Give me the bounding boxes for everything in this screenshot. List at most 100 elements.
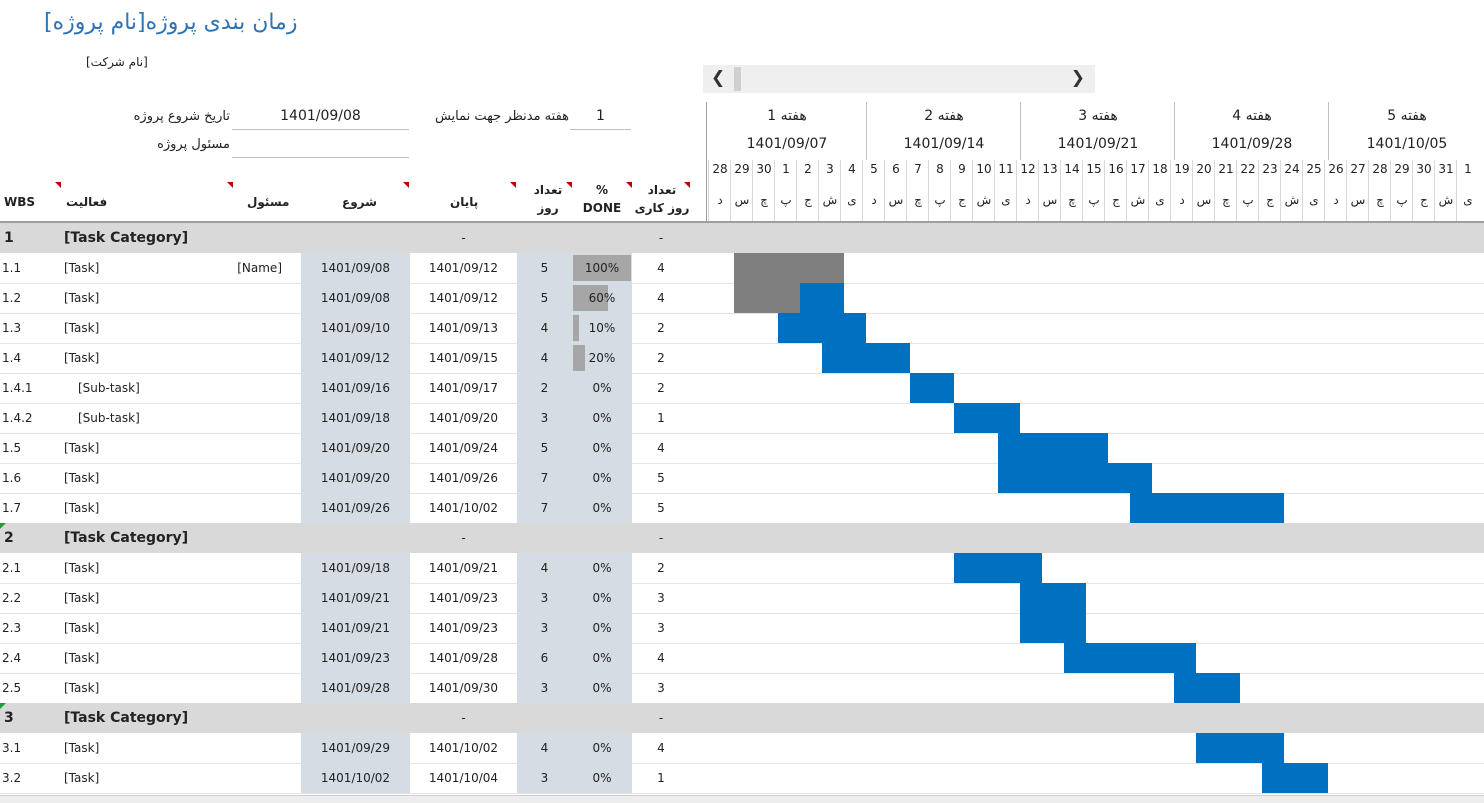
start-date-cell[interactable]: 1401/09/08 [301,253,410,283]
end-date-cell[interactable]: 1401/09/23 [410,613,517,643]
gantt-bar[interactable] [954,403,1020,433]
task-name[interactable]: [Task] [64,433,214,463]
wbs-cell[interactable]: 1.4.1 [2,373,52,403]
wbs-cell[interactable]: 2.2 [2,583,52,613]
start-date-cell[interactable]: 1401/09/08 [301,283,410,313]
task-name[interactable]: [Task] [64,763,214,793]
task-row[interactable]: 1.4.1 [Sub-task] 1401/09/16 1401/09/17 2 0% 2 [0,373,1484,404]
workdays-cell[interactable]: 4 [632,433,690,463]
done-cell[interactable]: 0% [572,403,632,433]
workdays-cell[interactable]: 4 [632,253,690,283]
gantt-bar[interactable] [1020,613,1086,643]
workdays-cell[interactable]: 2 [632,343,690,373]
task-name[interactable]: [Task] [64,343,214,373]
done-cell[interactable]: 0% [572,613,632,643]
workdays-cell[interactable]: - [632,223,690,253]
owner-cell[interactable] [200,433,282,463]
start-date-cell[interactable]: 1401/09/21 [301,613,410,643]
task-name[interactable]: [Task] [64,733,214,763]
days-cell[interactable]: 4 [517,343,572,373]
start-date-cell[interactable]: 1401/09/26 [301,493,410,523]
task-name[interactable]: [Task] [64,643,214,673]
workdays-cell[interactable]: 3 [632,583,690,613]
gantt-bar[interactable] [778,313,866,343]
workdays-cell[interactable]: 1 [632,763,690,793]
gantt-bar[interactable] [998,463,1152,493]
end-date-cell[interactable]: 1401/09/20 [410,403,517,433]
days-cell[interactable]: 3 [517,613,572,643]
gantt-bar[interactable] [910,373,954,403]
owner-cell[interactable] [200,733,282,763]
start-date-cell[interactable]: 1401/09/20 [301,433,410,463]
end-date-cell[interactable]: 1401/09/28 [410,643,517,673]
task-row[interactable]: 1.3 [Task] 1401/09/10 1401/09/13 4 10% 2 [0,313,1484,344]
owner-cell[interactable] [200,343,282,373]
wbs-cell[interactable]: 1.4.2 [2,403,52,433]
task-row[interactable]: 1.1 [Task] [Name] 1401/09/08 1401/09/12 5 100%… [0,253,1484,284]
gantt-bar[interactable] [1174,673,1240,703]
done-cell[interactable]: 100% [572,253,632,283]
start-date-cell[interactable]: 1401/09/12 [301,343,410,373]
wbs-cell[interactable]: 1.1 [2,253,52,283]
days-cell[interactable]: 3 [517,583,572,613]
scroll-left-icon[interactable]: ❮ [711,68,725,88]
end-date-cell[interactable]: 1401/10/02 [410,493,517,523]
task-row[interactable]: 1.2 [Task] 1401/09/08 1401/09/12 5 60% 4 [0,283,1484,314]
days-cell[interactable]: 3 [517,673,572,703]
start-date-cell[interactable]: 1401/09/20 [301,463,410,493]
start-date-cell[interactable]: 1401/09/28 [301,673,410,703]
task-name[interactable]: [Task] [64,673,214,703]
done-cell[interactable]: 0% [572,643,632,673]
week-scrollbar[interactable]: ❮ ❯ [703,65,1095,93]
display-week-input[interactable]: 1 [570,103,631,130]
task-row[interactable]: 1.4.2 [Sub-task] 1401/09/18 1401/09/20 3 0% 1 [0,403,1484,434]
task-name[interactable]: [Task] [64,553,214,583]
task-row[interactable]: 3.2 [Task] 1401/10/02 1401/10/04 3 0% 1 [0,763,1484,794]
done-cell[interactable]: 0% [572,493,632,523]
workdays-cell[interactable]: 5 [632,463,690,493]
wbs-cell[interactable]: 2.3 [2,613,52,643]
days-cell[interactable]: 6 [517,643,572,673]
workdays-cell[interactable]: - [632,523,690,553]
start-date-cell[interactable]: 1401/09/10 [301,313,410,343]
task-row[interactable]: 2.4 [Task] 1401/09/23 1401/09/28 6 0% 4 [0,643,1484,674]
task-row[interactable]: 1.7 [Task] 1401/09/26 1401/10/02 7 0% 5 [0,493,1484,524]
days-cell[interactable]: 7 [517,463,572,493]
workdays-cell[interactable]: 2 [632,553,690,583]
task-row[interactable]: 2.1 [Task] 1401/09/18 1401/09/21 4 0% 2 [0,553,1484,584]
days-cell[interactable]: 2 [517,373,572,403]
gantt-bar[interactable] [1020,583,1086,613]
wbs-cell[interactable]: 3 [4,703,44,733]
wbs-cell[interactable]: 1.7 [2,493,52,523]
owner-cell[interactable] [200,373,282,403]
start-date-cell[interactable]: 1401/09/29 [301,733,410,763]
done-cell[interactable]: 0% [572,583,632,613]
end-date-cell[interactable]: 1401/09/30 [410,673,517,703]
days-cell[interactable]: 5 [517,253,572,283]
end-date-cell[interactable]: 1401/09/26 [410,463,517,493]
owner-cell[interactable] [200,463,282,493]
task-row[interactable]: 2.5 [Task] 1401/09/28 1401/09/30 3 0% 3 [0,673,1484,704]
workdays-cell[interactable]: 4 [632,733,690,763]
task-name[interactable]: [Task] [64,613,214,643]
owner-cell[interactable] [200,283,282,313]
done-cell[interactable]: 10% [572,313,632,343]
days-cell[interactable]: 4 [517,313,572,343]
wbs-cell[interactable]: 3.1 [2,733,52,763]
days-cell[interactable]: 7 [517,493,572,523]
workdays-cell[interactable]: 3 [632,673,690,703]
start-date-cell[interactable]: 1401/09/16 [301,373,410,403]
owner-cell[interactable] [200,313,282,343]
gantt-bar[interactable] [1064,643,1196,673]
gantt-bar[interactable] [1196,733,1284,763]
days-cell[interactable]: 5 [517,283,572,313]
workdays-cell[interactable]: 5 [632,493,690,523]
wbs-cell[interactable]: 1.6 [2,463,52,493]
task-row[interactable]: 1.4 [Task] 1401/09/12 1401/09/15 4 20% 2 [0,343,1484,374]
end-date-cell[interactable]: 1401/09/23 [410,583,517,613]
start-date-cell[interactable]: 1401/09/18 [301,553,410,583]
wbs-cell[interactable]: 2.4 [2,643,52,673]
end-date-cell[interactable]: 1401/09/12 [410,283,517,313]
days-cell[interactable]: 3 [517,763,572,793]
task-name[interactable]: [Task] [64,313,214,343]
